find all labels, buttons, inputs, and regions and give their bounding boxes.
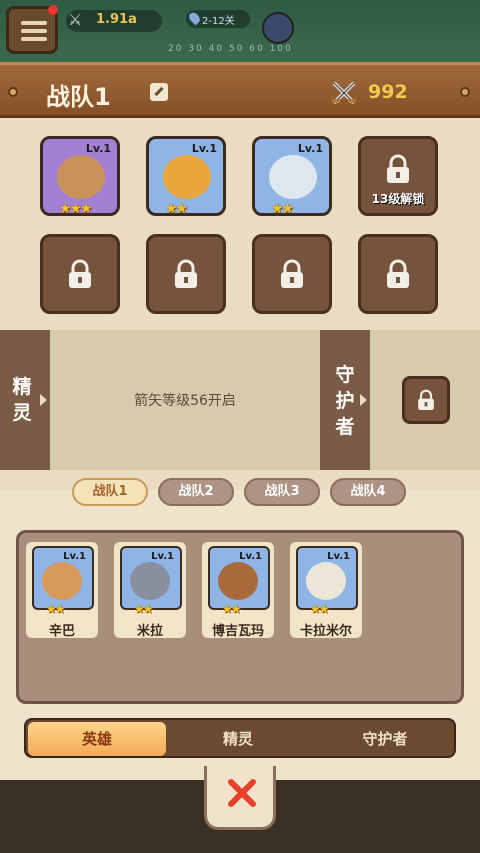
lock-icon xyxy=(387,154,409,183)
hero-name: 卡拉米尔 xyxy=(299,624,352,639)
star-rating: ★★★ xyxy=(59,201,93,217)
spirit-tab[interactable]: 精灵 xyxy=(0,330,50,470)
team-header: 战队1 992 xyxy=(0,62,480,118)
hero-level: Lv.1 xyxy=(151,551,174,562)
hero-portrait: Lv.1 ★★ xyxy=(296,546,358,616)
arrow-right-icon xyxy=(40,394,47,406)
spirit-tab-label: 精灵 xyxy=(12,376,32,424)
notification-dot xyxy=(48,5,58,15)
hero-portrait: Lv.1 ★★ xyxy=(32,546,94,616)
hero-name: 博吉瓦玛 xyxy=(211,624,264,639)
hero-level: Lv.1 xyxy=(239,551,262,562)
hero-face xyxy=(42,562,82,600)
star-rating: ★★ xyxy=(310,602,329,616)
edit-icon[interactable] xyxy=(150,83,168,101)
hero-slot-2[interactable]: Lv.1 ★★ xyxy=(146,136,226,217)
hero-face xyxy=(218,562,258,600)
lock-icon xyxy=(175,259,197,288)
hero-slot-1[interactable]: Lv.1 ★★★ xyxy=(40,136,120,217)
tab-team-4[interactable]: 战队4 xyxy=(330,478,406,506)
category-tabs: 英雄 精灵 守护者 xyxy=(24,718,456,758)
top-hud: ⚔ 1.91a 2-12关 20 30 40 50 60 100 xyxy=(0,0,480,64)
locked-slot[interactable] xyxy=(358,234,438,314)
tab-team-2[interactable]: 战队2 xyxy=(158,478,234,506)
guardian-tab-label: 守护者 xyxy=(335,364,355,438)
tab-heroes[interactable]: 英雄 xyxy=(28,722,166,756)
lock-circle-icon[interactable] xyxy=(262,12,294,44)
hero-name: 辛巴 xyxy=(48,624,75,639)
hero-portrait xyxy=(57,155,105,199)
tab-team-3[interactable]: 战队3 xyxy=(244,478,320,506)
nail-icon xyxy=(460,87,470,97)
unlock-level-text: 13级解锁 xyxy=(371,192,425,206)
star-rating: ★★ xyxy=(222,602,241,616)
team-power: 992 xyxy=(368,81,408,103)
hero-portrait: Lv.1 ★★ xyxy=(208,546,270,616)
lock-icon xyxy=(281,259,303,288)
hero-face xyxy=(130,562,170,600)
locked-slot[interactable] xyxy=(146,234,226,314)
tab-team-1[interactable]: 战队1 xyxy=(72,478,148,506)
hero-portrait: Lv.1 ★★ xyxy=(120,546,182,616)
nail-icon xyxy=(8,87,18,97)
hero-level: Lv.1 xyxy=(191,142,217,155)
close-button[interactable] xyxy=(204,766,276,830)
hero-card-kalamier[interactable]: Lv.1 ★★ 卡拉米尔 xyxy=(288,540,364,640)
locked-slot[interactable] xyxy=(252,234,332,314)
hero-card-mila[interactable]: Lv.1 ★★ 米拉 xyxy=(112,540,188,640)
menu-line-icon xyxy=(21,21,47,25)
guardian-tab[interactable]: 守护者 xyxy=(320,330,370,470)
close-icon xyxy=(228,779,256,807)
progress-ticks: 20 30 40 50 60 100 xyxy=(168,44,293,54)
hud-power: 1.91a xyxy=(96,12,137,27)
hero-face xyxy=(306,562,346,600)
hero-card-simba[interactable]: Lv.1 ★★ 辛巴 xyxy=(24,540,100,640)
hero-level: Lv.1 xyxy=(63,551,86,562)
star-rating: ★★ xyxy=(134,602,153,616)
hero-portrait xyxy=(269,155,317,199)
hero-name: 米拉 xyxy=(136,624,163,639)
team-screen: ⚔ 1.91a 2-12关 20 30 40 50 60 100 战队1 992… xyxy=(0,0,480,853)
hero-slot-3[interactable]: Lv.1 ★★ xyxy=(252,136,332,217)
hero-level: Lv.1 xyxy=(297,142,323,155)
locked-slot-unlock-13[interactable]: 13级解锁 xyxy=(358,136,438,216)
lock-icon xyxy=(387,259,409,288)
locked-slot[interactable] xyxy=(40,234,120,314)
spirit-locked-message: 箭矢等级56开启 xyxy=(134,393,236,409)
tab-spirits[interactable]: 精灵 xyxy=(172,722,304,756)
guardian-lock-slot[interactable] xyxy=(402,376,450,424)
star-rating: ★★ xyxy=(165,201,188,217)
hero-level: Lv.1 xyxy=(85,142,111,155)
star-rating: ★★ xyxy=(271,201,294,217)
crossed-swords-icon xyxy=(332,81,356,105)
menu-line-icon xyxy=(21,37,47,41)
arrow-right-icon xyxy=(360,394,367,406)
menu-line-icon xyxy=(21,29,47,33)
tab-guardians[interactable]: 守护者 xyxy=(318,722,452,756)
lock-icon xyxy=(69,259,91,288)
lock-icon xyxy=(418,389,434,410)
hero-card-bojiwama[interactable]: Lv.1 ★★ 博吉瓦玛 xyxy=(200,540,276,640)
hero-portrait xyxy=(163,155,211,199)
sword-icon: ⚔ xyxy=(68,10,83,29)
stage-label: 2-12关 xyxy=(202,16,235,27)
team-title: 战队1 xyxy=(46,83,111,111)
hero-level: Lv.1 xyxy=(327,551,350,562)
star-rating: ★★ xyxy=(46,602,65,616)
